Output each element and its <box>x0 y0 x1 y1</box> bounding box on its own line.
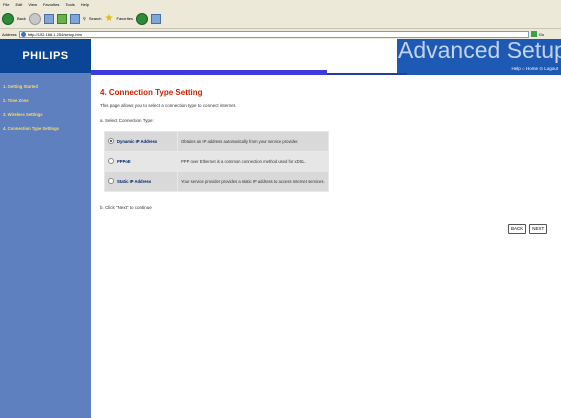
browser-toolbar: Back ⚲ Search ★ Favorites <box>0 9 561 29</box>
sidebar-item-wireless-settings[interactable]: 3. Wireless Settings <box>0 112 91 118</box>
sidebar-item-getting-started[interactable]: 1. Getting Started <box>0 84 91 90</box>
menu-help[interactable]: Help <box>81 0 89 9</box>
step-a-label: a. Select Connection Type: <box>100 118 154 123</box>
refresh-icon[interactable] <box>56 13 67 24</box>
option-row-static-ip: Static IP Address Your service provider … <box>104 171 329 192</box>
stop-icon[interactable] <box>43 13 54 24</box>
connection-type-table: Dynamic IP Address Obtains an IP address… <box>104 131 329 192</box>
next-button[interactable]: NEXT <box>529 224 548 234</box>
page-description: This page allows you to select a connect… <box>100 103 237 108</box>
option-label-pppoe[interactable]: PPPoE <box>117 159 131 164</box>
address-value: http://192.168.1.254/setup.htm <box>27 31 82 37</box>
back-button[interactable]: BACK <box>508 224 527 234</box>
favorites-button-label[interactable]: Favorites <box>117 16 133 21</box>
option-desc-pppoe: PPP over Ethernet is a common connection… <box>177 151 329 172</box>
option-label-static-ip[interactable]: Static IP Address <box>117 179 151 184</box>
go-button-label[interactable]: Go <box>539 32 544 37</box>
option-label-dynamic-ip[interactable]: Dynamic IP Address <box>117 139 157 144</box>
header-accent-bar <box>91 70 327 75</box>
home-icon[interactable] <box>69 13 80 24</box>
search-icon[interactable]: ⚲ <box>83 16 86 21</box>
option-desc-dynamic-ip: Obtains an IP address automatically from… <box>177 131 329 152</box>
history-icon[interactable] <box>150 13 161 24</box>
menu-favorites[interactable]: Favorites <box>43 0 59 9</box>
help-home-logout-links[interactable]: Help ⌂ Home ⊙ Logout <box>511 66 558 72</box>
option-row-dynamic-ip: Dynamic IP Address Obtains an IP address… <box>104 131 329 152</box>
step-b-label: b. Click "Next" to continue <box>100 205 152 210</box>
favorites-star-icon[interactable]: ★ <box>105 13 114 24</box>
brand-title: Advanced Setup <box>398 37 561 63</box>
option-desc-static-ip: Your service provider provides a static … <box>177 171 329 192</box>
forward-arrow-icon[interactable] <box>28 12 41 25</box>
sidebar-item-time-zone[interactable]: 2. Time Zone <box>0 98 91 104</box>
header-divider <box>327 73 407 75</box>
philips-logo: PHILIPS <box>0 39 91 73</box>
address-label: Address <box>2 31 17 37</box>
sidebar-item-connection-type[interactable]: 4. Connection Type Settings <box>0 126 91 132</box>
wizard-buttons: BACK NEXT <box>508 224 548 234</box>
media-icon[interactable] <box>135 12 148 25</box>
search-button-label[interactable]: Search <box>89 16 102 21</box>
back-arrow-icon[interactable] <box>2 12 14 25</box>
page-title: 4. Connection Type Setting <box>100 88 203 97</box>
menu-file[interactable]: File <box>3 0 9 9</box>
menu-edit[interactable]: Edit <box>15 0 22 9</box>
radio-dynamic-ip[interactable] <box>108 138 114 144</box>
option-row-pppoe: PPPoE PPP over Ethernet is a common conn… <box>104 151 329 172</box>
radio-static-ip[interactable] <box>108 178 114 184</box>
browser-menubar: File Edit View Favorites Tools Help <box>0 0 561 9</box>
menu-tools[interactable]: Tools <box>65 0 74 9</box>
sidebar-nav: 1. Getting Started 2. Time Zone 3. Wirel… <box>0 84 91 140</box>
radio-pppoe[interactable] <box>108 158 114 164</box>
menu-view[interactable]: View <box>28 0 37 9</box>
ie-page-icon <box>20 32 26 37</box>
back-button-label[interactable]: Back <box>17 16 26 21</box>
main-content: 4. Connection Type Setting This page all… <box>100 88 555 210</box>
